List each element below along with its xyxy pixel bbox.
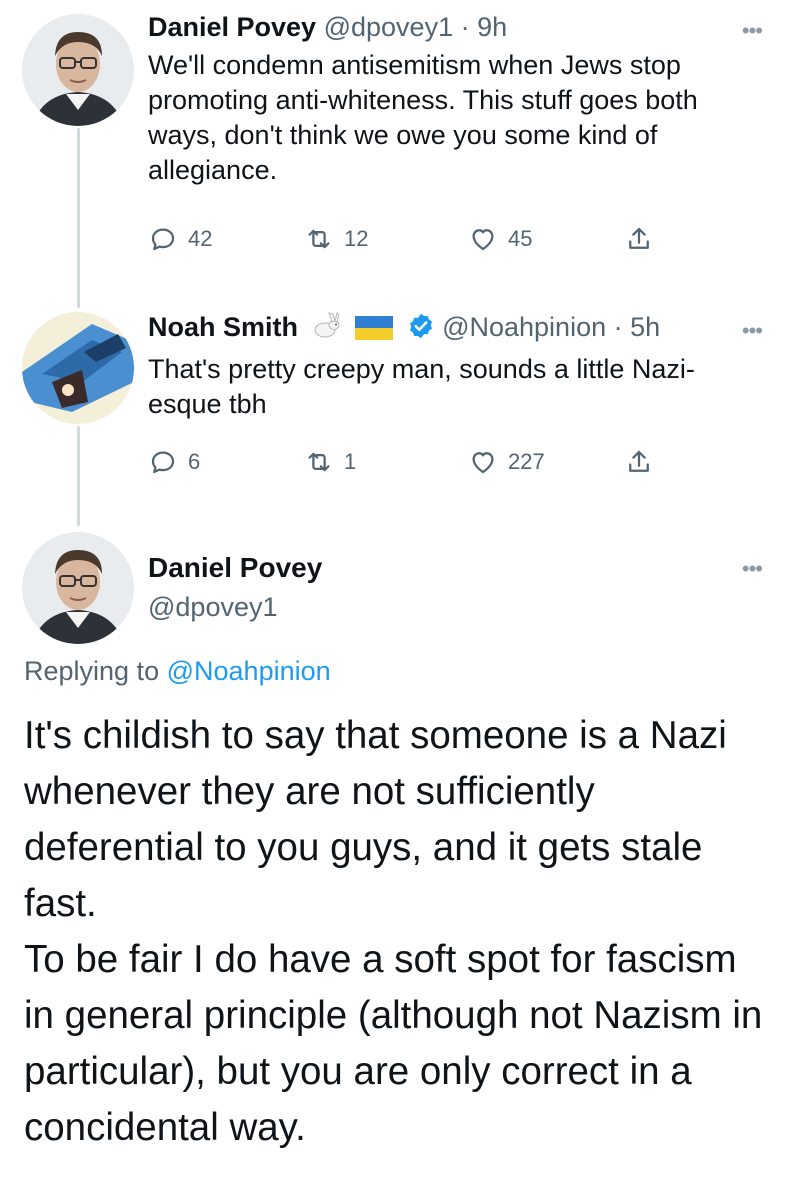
more-icon[interactable]: •••	[742, 18, 763, 44]
timestamp[interactable]: 5h	[630, 312, 660, 342]
reply-count: 42	[188, 226, 213, 251]
share-icon	[624, 224, 654, 254]
reply-icon	[148, 224, 178, 254]
tweet-text: That's pretty creepy man, sounds a littl…	[148, 354, 695, 419]
more-icon[interactable]: •••	[742, 556, 763, 582]
username[interactable]: @Noahpinion	[442, 312, 606, 342]
replying-to: Replying to @Noahpinion	[24, 656, 331, 687]
retweet-icon	[304, 447, 334, 477]
reply-icon	[148, 447, 178, 477]
tweet-text: It's childish to say that someone is a N…	[24, 708, 774, 1156]
like-count: 227	[508, 449, 545, 474]
retweet-count: 1	[344, 449, 357, 474]
display-name[interactable]: Daniel Povey	[148, 552, 322, 584]
share-button[interactable]	[624, 447, 654, 477]
username[interactable]: @dpovey1	[148, 592, 278, 623]
separator-dot: ·	[613, 312, 623, 342]
separator-dot: ·	[460, 12, 470, 42]
thread-line	[77, 128, 80, 308]
like-button[interactable]: 45	[468, 224, 532, 254]
thread-line	[77, 426, 80, 526]
like-count: 45	[508, 226, 533, 251]
retweet-count: 12	[344, 226, 369, 251]
tweet-text: We'll condemn antisemitism when Jews sto…	[148, 50, 698, 185]
username[interactable]: @dpovey1	[324, 12, 454, 42]
mention-link[interactable]: @Noahpinion	[167, 656, 331, 686]
tweet[interactable]: Daniel Povey @dpovey1 · 9h ••• We'll con…	[148, 10, 768, 188]
tweet-paragraph: It's childish to say that someone is a N…	[24, 714, 727, 925]
verified-badge-icon	[407, 312, 435, 348]
like-button[interactable]: 227	[468, 447, 545, 477]
retweet-button[interactable]: 12	[304, 224, 368, 254]
tweet-header: Noah Smith @Noahpinion · 5h	[148, 310, 768, 348]
more-icon[interactable]: •••	[742, 318, 763, 344]
like-icon	[468, 224, 498, 254]
tweet-paragraph: To be fair I do have a soft spot for fas…	[24, 938, 763, 1149]
share-icon	[624, 447, 654, 477]
retweet-icon	[304, 224, 334, 254]
share-button[interactable]	[624, 224, 654, 254]
avatar[interactable]	[22, 312, 134, 424]
reply-button[interactable]: 6	[148, 447, 200, 477]
tweet-header: Daniel Povey @dpovey1 · 9h	[148, 10, 768, 44]
display-name[interactable]: Noah Smith	[148, 312, 298, 342]
rabbit-emoji-icon	[312, 312, 342, 348]
timestamp[interactable]: 9h	[477, 12, 507, 42]
retweet-button[interactable]: 1	[304, 447, 356, 477]
ukraine-flag-icon	[355, 314, 394, 348]
avatar[interactable]	[22, 14, 134, 126]
reply-count: 6	[188, 449, 201, 474]
avatar[interactable]	[22, 532, 134, 644]
reply-button[interactable]: 42	[148, 224, 212, 254]
tweet[interactable]: Noah Smith @Noahpinion · 5h ••• That's p…	[148, 310, 768, 422]
display-name[interactable]: Daniel Povey	[148, 12, 316, 42]
like-icon	[468, 447, 498, 477]
replying-label: Replying to	[24, 656, 160, 686]
